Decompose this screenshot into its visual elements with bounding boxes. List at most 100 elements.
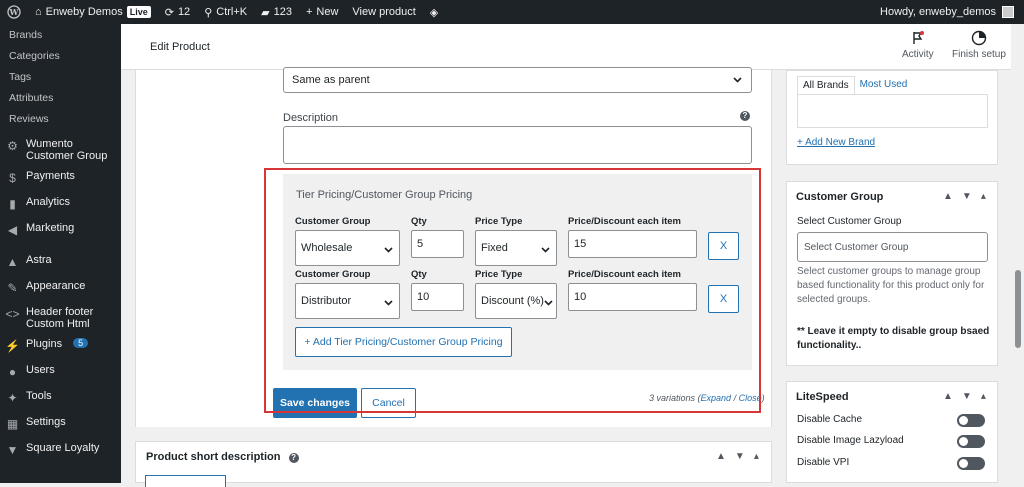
tab-most-used[interactable]: Most Used — [855, 76, 913, 94]
chevron-down-icon — [733, 77, 742, 83]
svg-text:W: W — [9, 7, 20, 17]
caret-up-icon[interactable]: ▴ — [754, 451, 759, 462]
short-description-title-text: Product short description — [146, 451, 281, 463]
disable-vpi-label: Disable VPI — [797, 457, 850, 468]
page-title: Edit Product — [150, 41, 210, 53]
select-customer-group-label: Select Customer Group — [797, 216, 902, 227]
astra-icon: ▲ — [6, 254, 19, 269]
sidebar-item-brands[interactable]: Brands — [0, 24, 121, 45]
sidebar-item-tools[interactable]: ✦ Tools — [0, 386, 121, 412]
sidebar-item-square-loyalty[interactable]: ▼ Square Loyalty — [0, 438, 121, 464]
sidebar-item-label: Plugins — [26, 338, 63, 350]
disable-vpi-toggle[interactable] — [957, 457, 985, 470]
sidebar-item-analytics[interactable]: ▮ Analytics — [0, 192, 121, 218]
help-icon[interactable]: ? — [288, 453, 299, 463]
my-account-link[interactable]: Howdy, enweby_demos — [880, 6, 1024, 18]
short-description-title: Product short description ? — [146, 451, 299, 463]
square-icon: ▼ — [6, 442, 19, 457]
avatar — [1002, 6, 1014, 18]
updates-link[interactable]: ⟳ 12 — [158, 0, 197, 24]
sidebar-item-settings[interactable]: ▦ Settings — [0, 412, 121, 438]
view-product-link[interactable]: View product — [345, 0, 422, 24]
settings-icon: ▦ — [6, 416, 19, 431]
gear-icon: ⚙ — [7, 138, 18, 153]
sidebar-item-header-footer[interactable]: <> Header footer Custom Html — [0, 302, 121, 334]
shortcut-label: Ctrl+K — [216, 6, 248, 18]
sidebar-item-attributes[interactable]: Attributes — [0, 87, 121, 108]
chevron-down-icon[interactable]: ▼ — [962, 391, 972, 402]
sidebar-item-label: Header footer Custom Html — [26, 306, 94, 330]
finish-setup-button[interactable]: Finish setup — [952, 30, 1006, 60]
sidebar-item-label: Square Loyalty — [26, 442, 100, 454]
updates-count: 12 — [177, 6, 191, 18]
sidebar-item-marketing[interactable]: ◀ Marketing — [0, 218, 121, 244]
description-label: Description — [283, 112, 339, 124]
shipping-class-value: Same as parent — [292, 74, 370, 86]
disable-cache-toggle[interactable] — [957, 414, 985, 427]
customer-group-multiselect[interactable]: Select Customer Group — [797, 232, 988, 262]
sidebar-item-label: Payments — [26, 170, 75, 182]
help-icon[interactable]: ? — [740, 111, 750, 121]
bar-chart-icon: ▮ — [9, 196, 16, 211]
finish-setup-label: Finish setup — [952, 49, 1006, 60]
paintbrush-icon: ✎ — [7, 280, 18, 295]
wrench-icon: ✦ — [7, 390, 18, 405]
add-new-brand-link[interactable]: + Add New Brand — [797, 137, 875, 148]
sidebar-item-label: Astra — [26, 254, 52, 266]
plus-icon: + — [305, 6, 313, 18]
page-header: Edit Product Activity Finish setup — [121, 24, 1024, 70]
shipping-class-select[interactable]: Same as parent — [283, 67, 752, 93]
howdy-label: Howdy, enweby_demos — [880, 6, 996, 18]
chevron-up-icon[interactable]: ▲ — [716, 451, 726, 462]
scrollbar-thumb[interactable] — [1015, 270, 1021, 348]
customer-group-help-text: Select customer groups to manage group b… — [797, 266, 985, 305]
disable-lazyload-toggle[interactable] — [957, 435, 985, 448]
sidebar-item-categories[interactable]: Categories — [0, 45, 121, 66]
sidebar-item-wumento[interactable]: ⚙ Wumento Customer Group — [0, 133, 121, 166]
wordpress-logo-icon[interactable]: W — [0, 0, 28, 24]
plugins-count-badge: 5 — [73, 338, 89, 348]
chevron-down-icon[interactable]: ▼ — [962, 191, 972, 202]
comments-link[interactable]: ▰ 123 — [254, 0, 299, 24]
caret-up-icon[interactable]: ▴ — [981, 391, 986, 402]
seo-plugin-link[interactable]: ◈ — [423, 0, 445, 24]
tab-all-brands[interactable]: All Brands — [797, 76, 855, 94]
customer-group-note: ** Leave it empty to disable group bsaed… — [797, 326, 990, 351]
box-controls: ▲ ▼ ▴ — [716, 451, 759, 462]
activity-button[interactable]: Activity — [902, 30, 934, 60]
brand-checklist — [797, 94, 988, 128]
editor-tab[interactable] — [145, 475, 226, 487]
sidebar-item-plugins[interactable]: ⚡ Plugins 5 — [0, 334, 121, 360]
megaphone-icon: ◀ — [7, 222, 18, 237]
activity-label: Activity — [902, 49, 934, 60]
box-controls: ▲ ▼ ▴ — [943, 391, 986, 402]
live-badge: Live — [126, 6, 151, 18]
sidebar-item-tags[interactable]: Tags — [0, 66, 121, 87]
command-palette-link[interactable]: ⚲ Ctrl+K — [197, 0, 254, 24]
site-name-link[interactable]: ⌂ Enweby Demos Live — [28, 0, 158, 24]
sidebar-item-label: Analytics — [26, 196, 71, 208]
admin-sidebar: Brands Categories Tags Attributes Review… — [0, 24, 121, 483]
flag-icon — [913, 31, 924, 44]
sidebar-item-users[interactable]: ● Users — [0, 360, 121, 386]
chevron-down-icon[interactable]: ▼ — [735, 451, 745, 462]
chevron-up-icon[interactable]: ▲ — [943, 191, 953, 202]
sidebar-item-label: Users — [26, 364, 55, 376]
home-icon: ⌂ — [35, 6, 42, 18]
diamond-icon: ◈ — [429, 6, 439, 19]
sidebar-item-label: Wumento Customer Group — [26, 138, 108, 162]
chevron-up-icon[interactable]: ▲ — [943, 391, 953, 402]
page-scrollbar[interactable] — [1011, 24, 1024, 483]
comments-count: 123 — [273, 6, 292, 18]
sidebar-item-appearance[interactable]: ✎ Appearance — [0, 276, 121, 302]
caret-up-icon[interactable]: ▴ — [981, 191, 986, 202]
highlight-box — [264, 168, 761, 413]
code-icon: <> — [5, 306, 20, 321]
sidebar-item-astra[interactable]: ▲ Astra — [0, 250, 121, 276]
description-textarea[interactable] — [283, 126, 752, 164]
customer-group-title: Customer Group — [796, 191, 884, 203]
sidebar-item-payments[interactable]: $ Payments — [0, 166, 121, 192]
new-content-link[interactable]: + New — [299, 0, 345, 24]
sidebar-item-reviews[interactable]: Reviews — [0, 108, 121, 129]
search-icon: ⚲ — [204, 6, 213, 19]
